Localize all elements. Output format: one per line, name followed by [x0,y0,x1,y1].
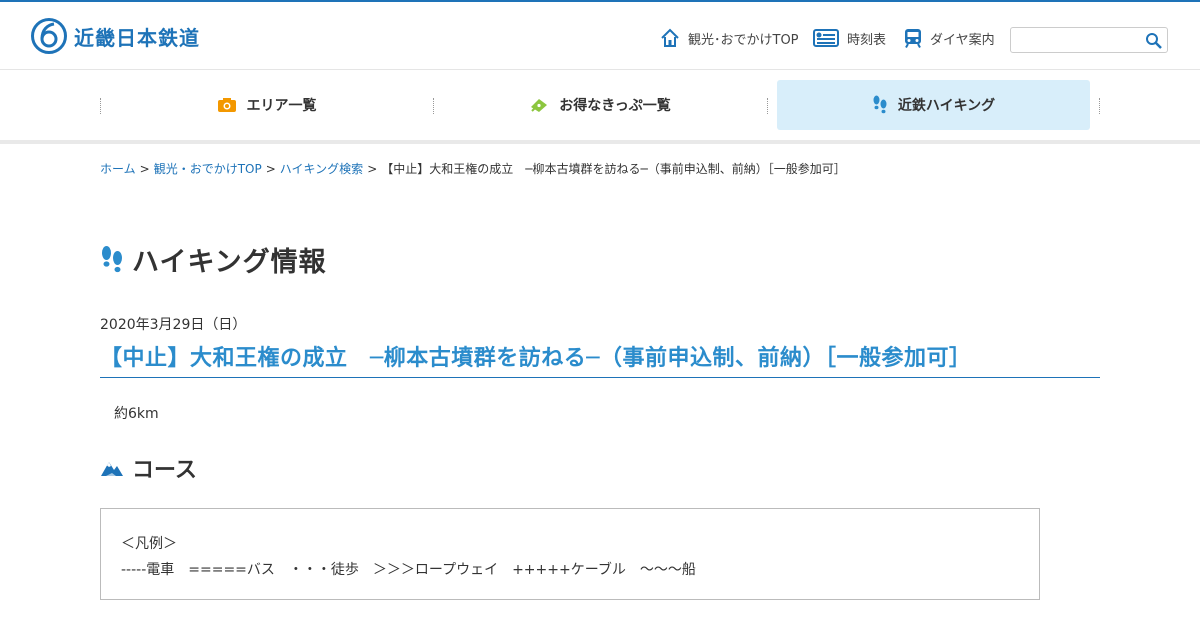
nav-area-list[interactable]: エリア一覧 [100,80,433,130]
nav-area-label: エリア一覧 [246,98,317,114]
train-icon [905,29,921,48]
breadcrumb-separator: > [139,162,150,176]
search-icon[interactable] [1145,32,1163,50]
page-title: ハイキング情報 [100,240,327,279]
tourism-top-label: 観光･おでかけTOP [688,32,799,48]
nav-divider [1099,98,1100,114]
course-title: コース [132,458,197,483]
search-input[interactable] [1017,29,1149,53]
breadcrumb-separator: > [367,162,378,176]
breadcrumb: ホーム > 観光・おでかけTOP > ハイキング検索 > 【中止】大和王権の成立 ─柳本古墳… [100,160,846,177]
mountain-icon [101,462,123,476]
legend-title: ＜凡例＞ [121,536,177,552]
legend-line: -----電車 =====バス ・・・徒歩 ＞＞＞ロープウェイ +++++ケーブ… [121,562,696,578]
ticket-icon [531,99,548,112]
event-title: 【中止】大和王権の成立 ─柳本古墳群を訪ねる─（事前申込制、前納）［一般参加可］ [100,346,972,371]
event-date: 2020年3月29日（日） [100,317,247,333]
breadcrumb-home[interactable]: ホーム [100,162,136,176]
footprints-icon [102,245,122,272]
brand-logo[interactable]: 近畿日本鉄道 [30,17,200,55]
event-distance: 約6km [114,406,159,422]
footprints-icon [873,95,887,114]
timetable-label: 時刻表 [847,32,887,48]
timetable-icon [813,29,839,47]
kintetsu-logo-icon [31,18,67,54]
dia-guide-label: ダイヤ案内 [930,32,995,48]
course-legend-box: ＜凡例＞ -----電車 =====バス ・・・徒歩 ＞＞＞ロープウェイ +++… [100,508,1040,600]
global-nav: エリア一覧 お得なきっぷ一覧 近鉄ハイキング [100,70,1100,144]
brand-name: 近畿日本鉄道 [74,25,200,50]
nav-shadow-line [0,140,1200,144]
tourism-top-link[interactable]: 観光･おでかけTOP [660,28,799,48]
camera-icon [217,98,236,112]
page-heading: ハイキング情報 [132,247,327,278]
nav-ticket-label: お得なきっぷ一覧 [559,98,671,114]
breadcrumb-tourism-top[interactable]: 観光・おでかけTOP [154,162,262,176]
home-icon [661,28,679,47]
dia-guide-link[interactable]: ダイヤ案内 [904,28,995,48]
nav-ticket-list[interactable]: お得なきっぷ一覧 [433,80,767,130]
breadcrumb-current: 【中止】大和王権の成立 ─柳本古墳群を訪ねる─（事前申込制、前納）［一般参加可］ [381,162,846,176]
site-search [1010,27,1168,53]
timetable-link[interactable]: 時刻表 [813,28,886,48]
site-header: 近畿日本鉄道 観光･おでかけTOP 時刻表 ダイヤ案内 [0,2,1200,70]
breadcrumb-hiking-search[interactable]: ハイキング検索 [280,162,363,176]
course-heading: コース [100,452,197,484]
nav-kintetsu-hiking[interactable]: 近鉄ハイキング [777,80,1090,130]
breadcrumb-separator: > [265,162,276,176]
nav-hiking-label: 近鉄ハイキング [897,98,996,114]
nav-divider [767,98,768,114]
event-title-block: 【中止】大和王権の成立 ─柳本古墳群を訪ねる─（事前申込制、前納）［一般参加可］ [100,340,1100,378]
